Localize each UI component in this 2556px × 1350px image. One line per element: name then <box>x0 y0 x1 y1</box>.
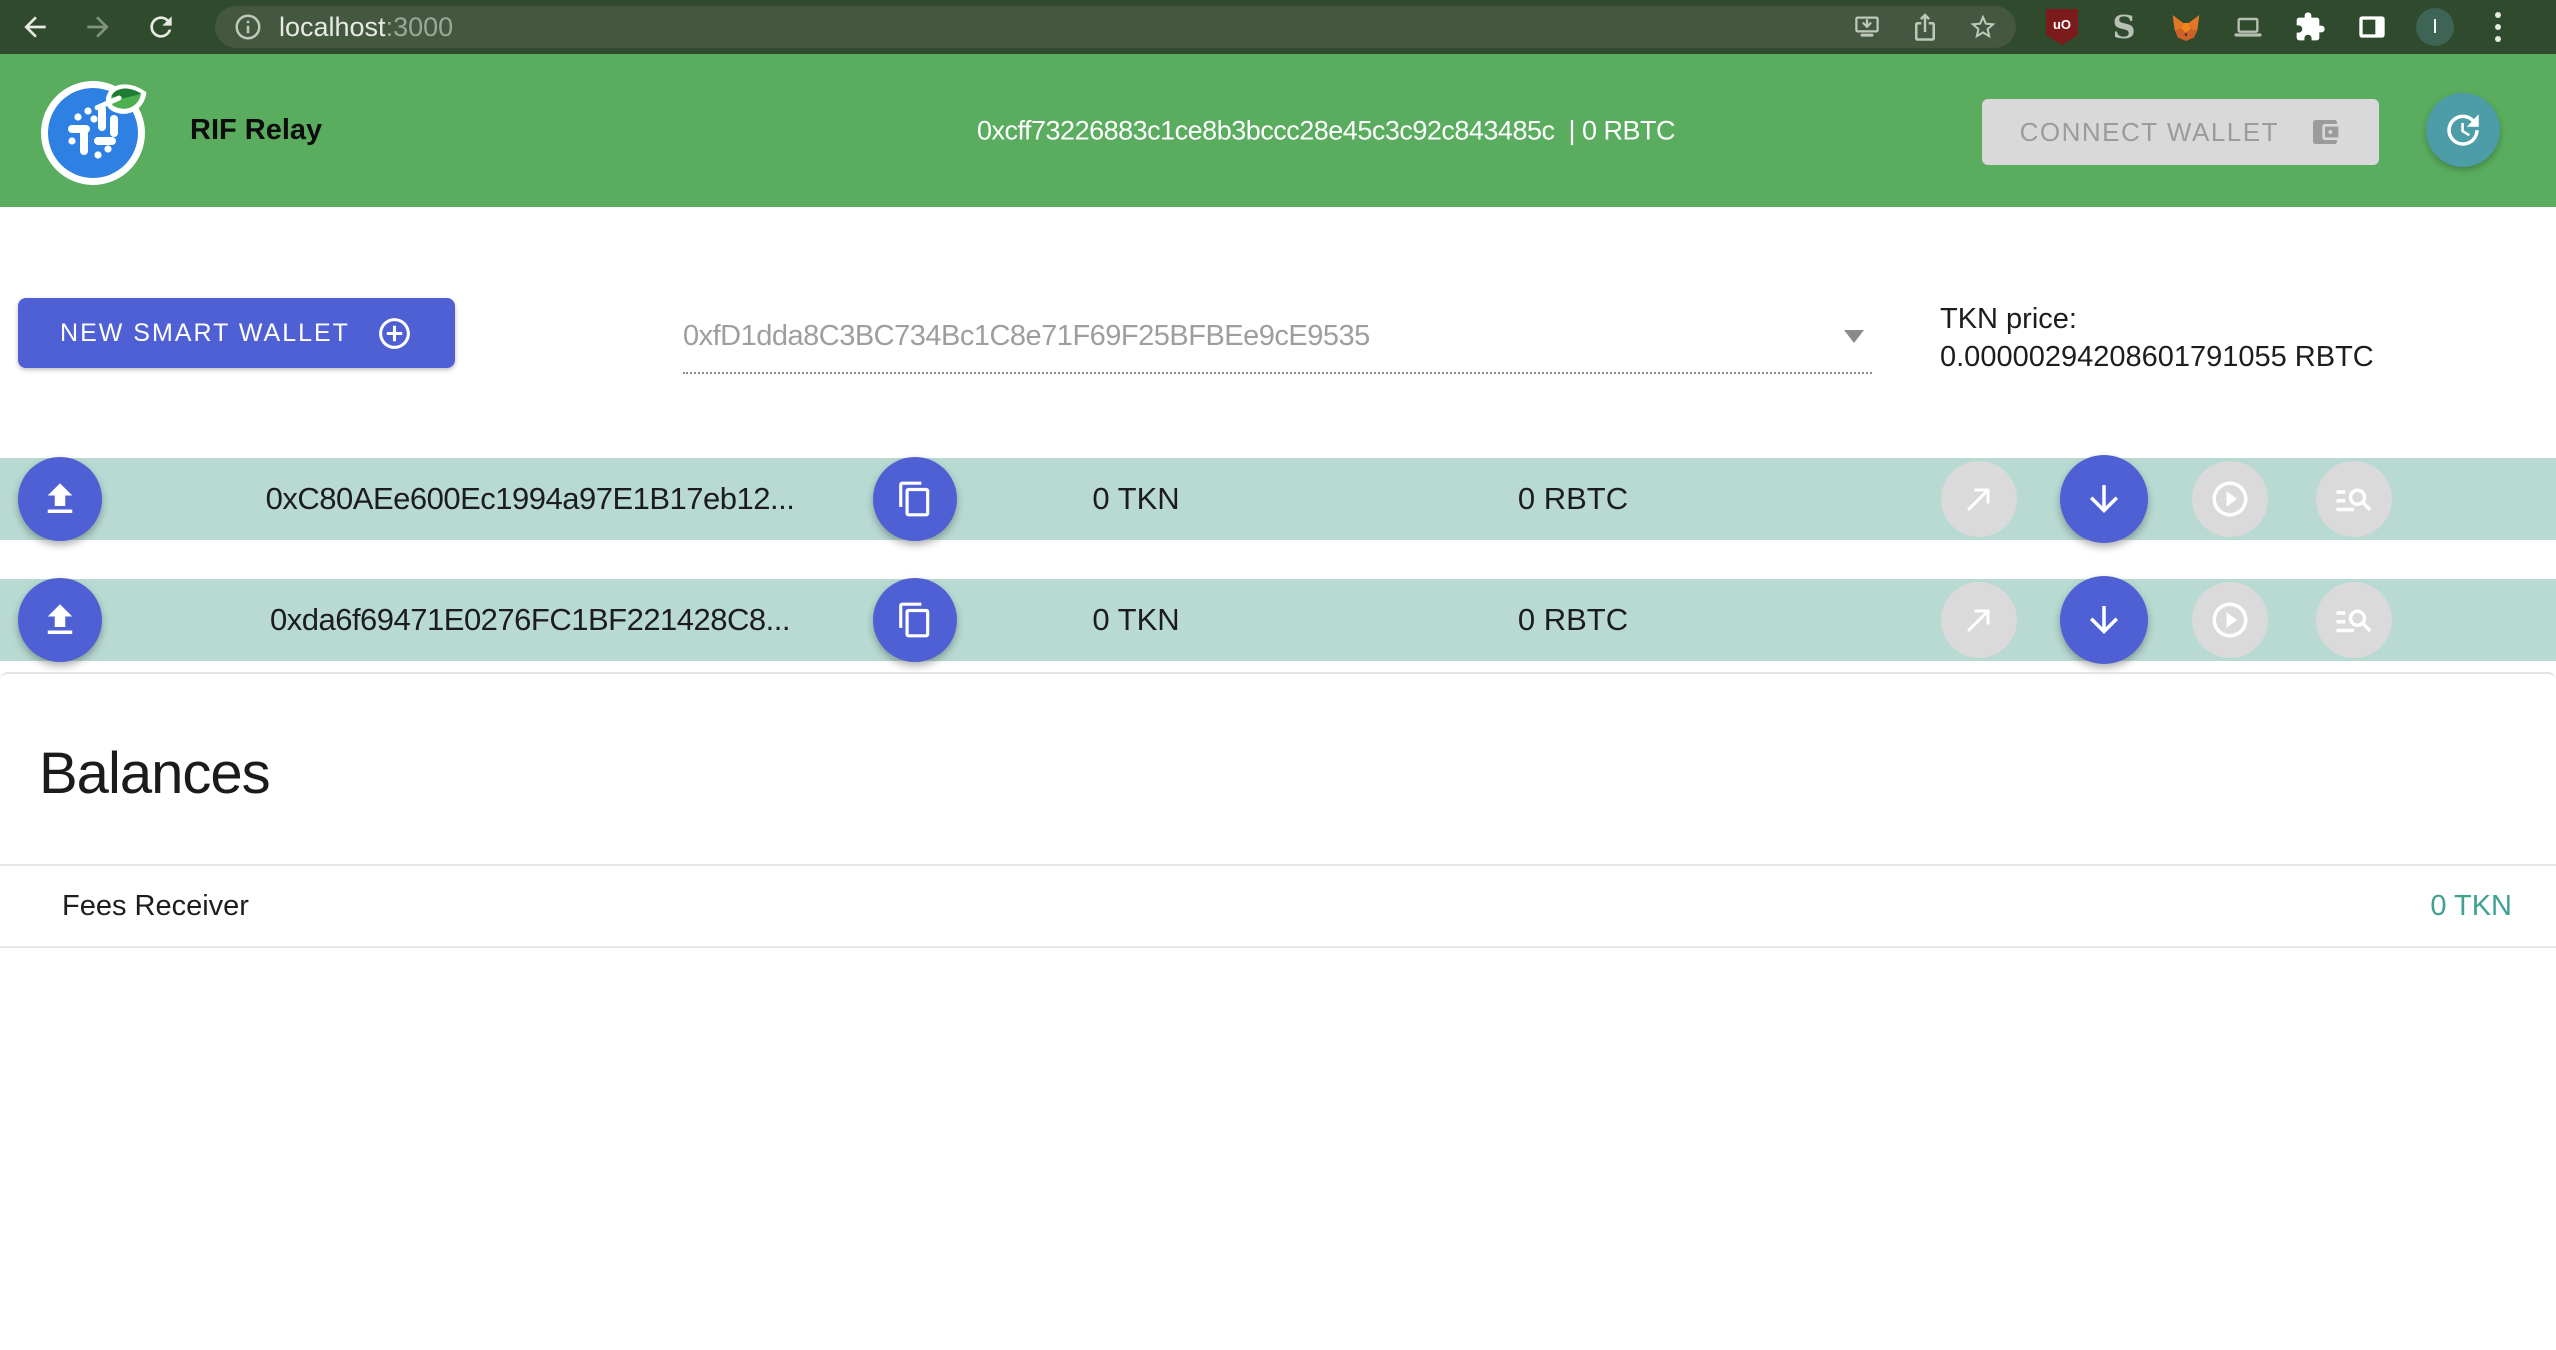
share-icon[interactable] <box>1908 10 1942 44</box>
url-port: :3000 <box>386 12 454 42</box>
app-header: RIF Relay 0xcff73226883c1ce8b3bccc28e45c… <box>0 54 2556 207</box>
connect-wallet-button[interactable]: CONNECT WALLET <box>1982 99 2379 165</box>
url-host: localhost <box>279 12 386 42</box>
play-circle-icon <box>2209 599 2251 641</box>
balances-title: Balances <box>39 740 270 807</box>
smart-wallet-row: 0xC80AEe600Ec1994a97E1B17eb12... 0 TKN 0… <box>0 458 2556 540</box>
screen-capture-extension-icon[interactable] <box>2230 9 2266 45</box>
tkn-price: TKN price: 0.00000294208601791055 RBTC <box>1940 300 2374 376</box>
wallet-rbtc-balance: 0 RBTC <box>1453 602 1693 638</box>
site-info-icon[interactable] <box>231 10 265 44</box>
smart-wallet-row: 0xda6f69471E0276FC1BF221428C8... 0 TKN 0… <box>0 579 2556 661</box>
add-circle-icon <box>376 315 413 352</box>
copy-icon <box>896 601 934 639</box>
address-bar[interactable]: localhost:3000 <box>215 6 2016 48</box>
extensions-puzzle-icon[interactable] <box>2292 9 2328 45</box>
ublock-extension-icon[interactable]: uO <box>2044 9 2080 45</box>
wallet-address: 0xda6f69471E0276FC1BF221428C8... <box>140 602 920 638</box>
new-smart-wallet-label: NEW SMART WALLET <box>60 319 350 348</box>
ublock-shield: uO <box>2046 9 2078 45</box>
profile-avatar[interactable]: I <box>2416 8 2454 46</box>
deploy-wallet-button[interactable] <box>18 578 102 662</box>
play-circle-icon <box>2209 478 2251 520</box>
account-address: 0xcff73226883c1ce8b3bccc28e45c3c92c84348… <box>977 115 1554 146</box>
metamask-extension-icon[interactable] <box>2168 9 2204 45</box>
inspect-transactions-button[interactable] <box>2316 582 2392 658</box>
surfshark-extension-icon[interactable]: S <box>2106 9 2142 45</box>
new-smart-wallet-button[interactable]: NEW SMART WALLET <box>18 298 455 368</box>
connected-account: 0xcff73226883c1ce8b3bccc28e45c3c92c84348… <box>977 115 1675 146</box>
wallet-tkn-balance: 0 TKN <box>1016 481 1256 517</box>
copy-address-button[interactable] <box>873 578 957 662</box>
upload-icon <box>39 599 81 641</box>
execute-button[interactable] <box>2192 461 2268 537</box>
receive-button[interactable] <box>2060 455 2148 543</box>
selected-wallet-address: 0xfD1dda8C3BC734Bc1C8e71F69F25BFBEe9cE95… <box>683 320 1370 353</box>
copy-address-button[interactable] <box>873 457 957 541</box>
receive-button[interactable] <box>2060 576 2148 664</box>
arrow-outward-icon <box>1961 602 1997 638</box>
reload-icon[interactable] <box>142 8 180 46</box>
balance-table-row: Fees Receiver 0 TKN <box>0 864 2556 948</box>
upload-icon <box>39 478 81 520</box>
arrow-outward-icon <box>1961 481 1997 517</box>
back-icon[interactable] <box>16 8 54 46</box>
refresh-button[interactable] <box>2426 93 2500 167</box>
url-text: localhost:3000 <box>279 12 453 43</box>
manage-search-icon <box>2333 478 2375 520</box>
extensions-area: uO S I <box>2044 8 2556 46</box>
connect-wallet-label: CONNECT WALLET <box>2020 117 2279 148</box>
side-panel-icon[interactable] <box>2354 9 2390 45</box>
transfer-button[interactable] <box>1941 461 2017 537</box>
tkn-price-label: TKN price: <box>1940 300 2374 338</box>
app-title: RIF Relay <box>190 114 322 147</box>
execute-button[interactable] <box>2192 582 2268 658</box>
balance-row-value: 0 TKN <box>2430 890 2512 923</box>
transfer-button[interactable] <box>1941 582 2017 658</box>
copy-icon <box>896 480 934 518</box>
forward-icon[interactable] <box>79 8 117 46</box>
balances-card-border <box>0 672 2556 682</box>
inspect-transactions-button[interactable] <box>2316 461 2392 537</box>
manage-search-icon <box>2333 599 2375 641</box>
wallet-rbtc-balance: 0 RBTC <box>1453 481 1693 517</box>
account-balance: | 0 RBTC <box>1568 115 1675 146</box>
wallet-tkn-balance: 0 TKN <box>1016 602 1256 638</box>
update-clock-icon <box>2442 109 2484 151</box>
rif-relay-logo-icon <box>36 71 156 191</box>
wallet-select-dropdown[interactable]: 0xfD1dda8C3BC734Bc1C8e71F69F25BFBEe9cE95… <box>683 300 1872 374</box>
dropdown-caret-icon <box>1844 330 1864 343</box>
tkn-price-value: 0.00000294208601791055 RBTC <box>1940 338 2374 376</box>
browser-menu-icon[interactable] <box>2480 9 2516 45</box>
browser-toolbar: localhost:3000 uO S <box>0 0 2556 54</box>
install-app-icon[interactable] <box>1850 10 1884 44</box>
balance-row-label: Fees Receiver <box>62 890 249 923</box>
arrow-downward-icon <box>2083 599 2125 641</box>
deploy-wallet-button[interactable] <box>18 457 102 541</box>
wallet-address: 0xC80AEe600Ec1994a97E1B17eb12... <box>140 481 920 517</box>
arrow-downward-icon <box>2083 478 2125 520</box>
bookmark-star-icon[interactable] <box>1966 10 2000 44</box>
wallet-icon <box>2309 116 2341 148</box>
